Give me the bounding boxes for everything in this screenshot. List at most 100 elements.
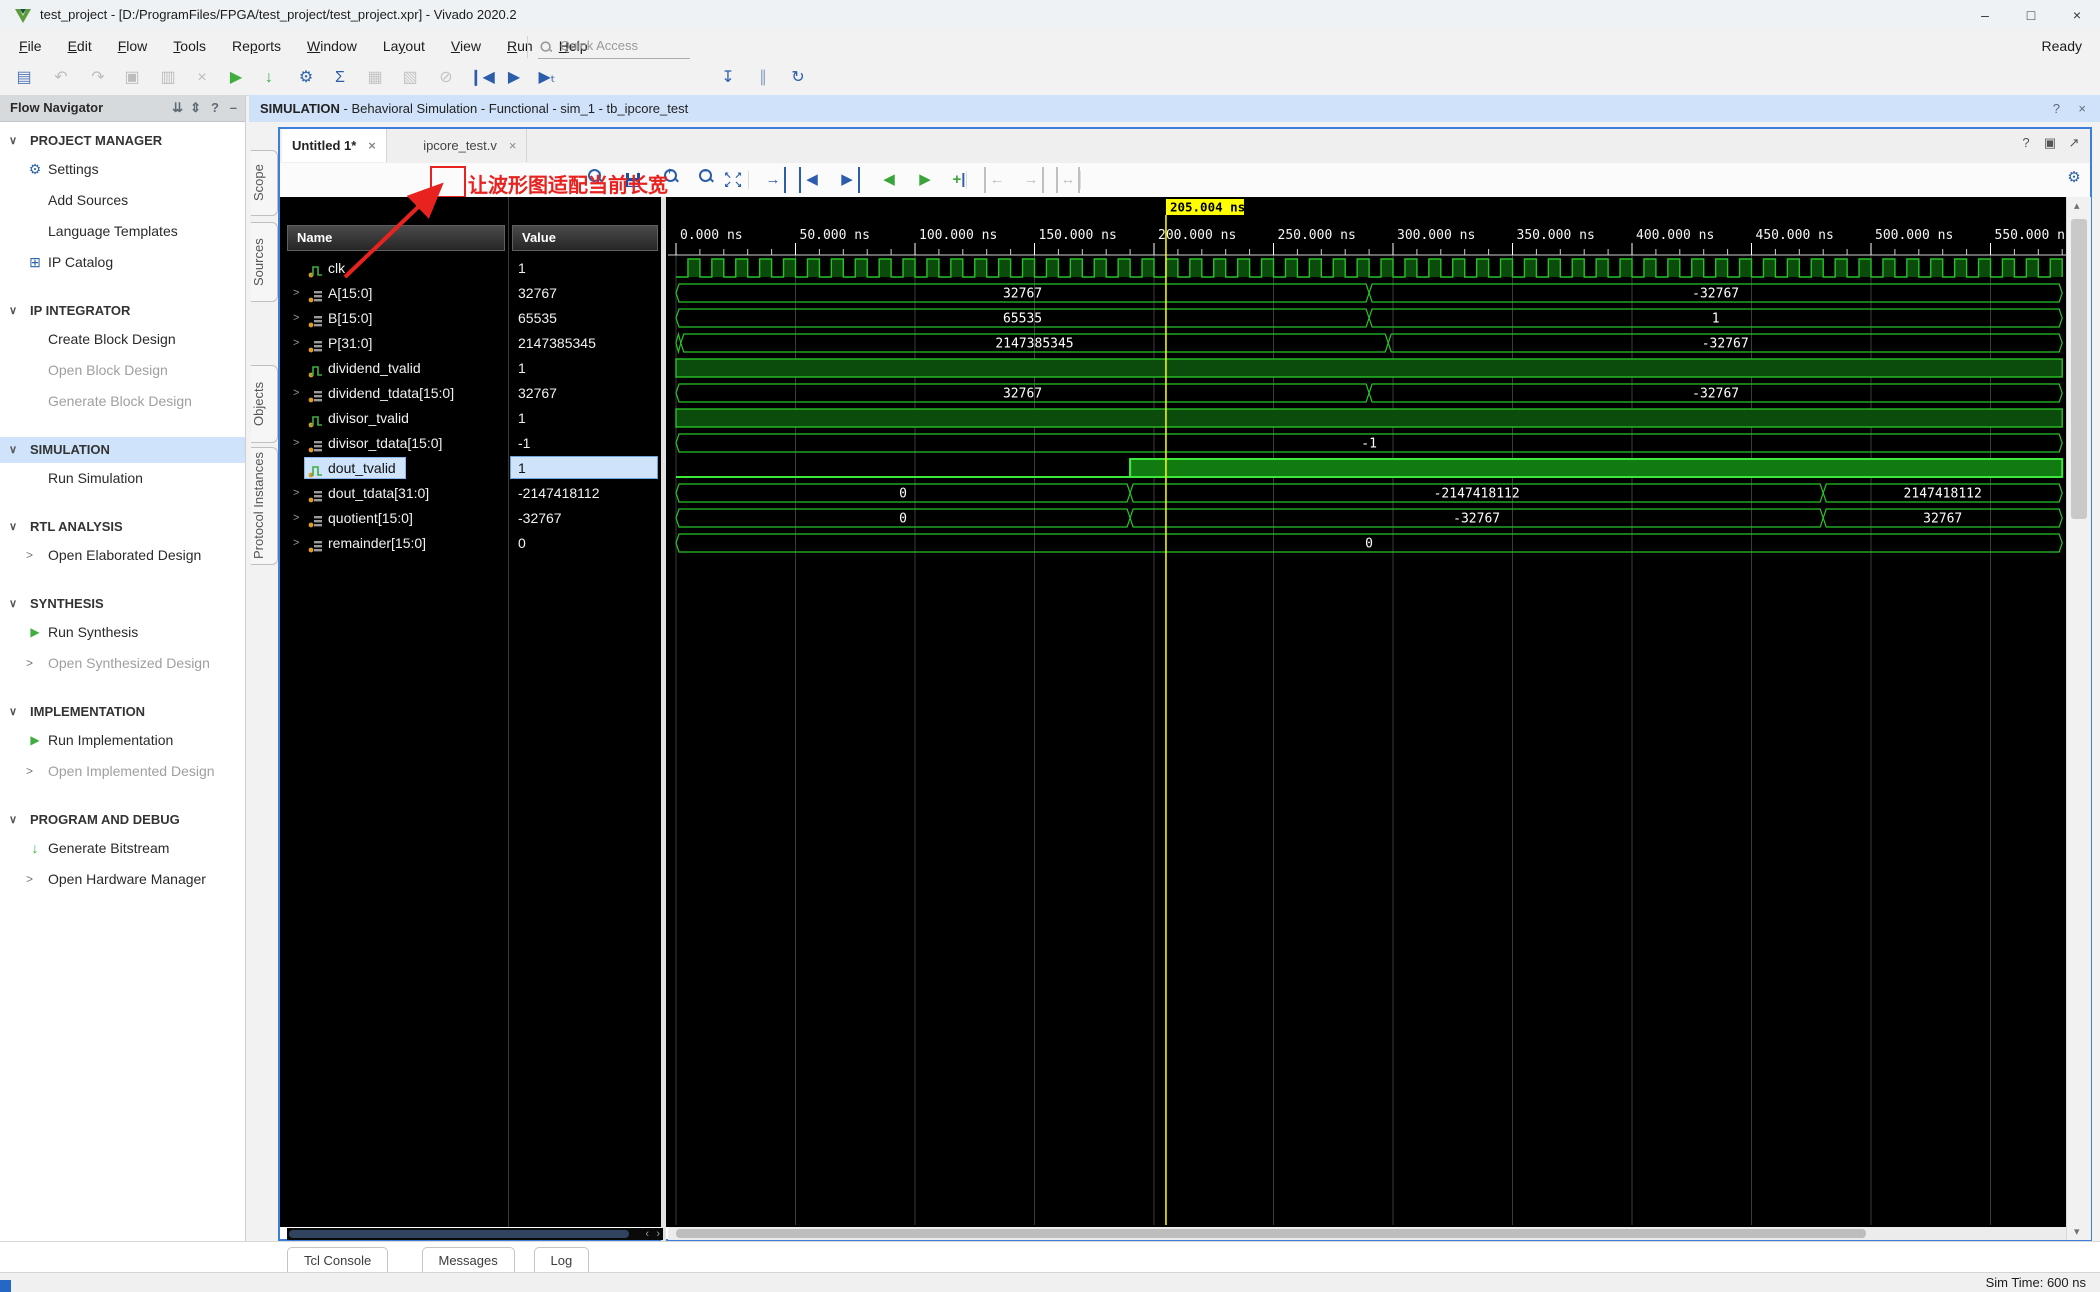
flow-section-rtl-analysis[interactable]: ∨ RTL ANALYSIS <box>0 514 245 540</box>
help-icon[interactable]: ? <box>2014 131 2038 155</box>
menu-view[interactable]: View <box>438 30 494 62</box>
elaborate-disabled-icon[interactable]: ▦ <box>361 65 389 91</box>
flow-item-open-synthesized-design[interactable]: > Open Synthesized Design <box>0 650 245 676</box>
search-icon[interactable] <box>580 167 610 193</box>
signal-row-dividend_tvalid[interactable]: dividend_tvalid 1 <box>280 356 663 380</box>
help-icon[interactable]: ? <box>2053 95 2060 122</box>
bottom-tab-log[interactable]: Log <box>533 1247 590 1273</box>
wave-settings-gear-icon[interactable]: ⚙ <box>2062 166 2086 190</box>
flow-item-run-implementation[interactable]: ▶ Run Implementation <box>0 727 245 753</box>
flow-item-open-elaborated-design[interactable]: > Open Elaborated Design <box>0 542 245 568</box>
scroll-left-icon[interactable]: ‹ <box>645 1228 649 1240</box>
zoom-fit-icon[interactable]: ↖ ↗ ↙ ↘ <box>718 167 748 193</box>
add-marker-icon[interactable]: +| <box>944 167 974 193</box>
name-column-header[interactable]: Name <box>287 225 505 251</box>
collapse-all-icon[interactable]: ⇊ <box>172 95 183 121</box>
signal-row-quotient-15-0-[interactable]: > quotient[15:0] -32767 <box>280 506 663 530</box>
scroll-up-icon[interactable]: ▴ <box>2074 199 2080 212</box>
value-column-header[interactable]: Value <box>512 225 658 251</box>
side-tab-protocol-instances[interactable]: Protocol Instances <box>251 447 278 565</box>
doc-tab-Untitled1[interactable]: Untitled 1* × <box>282 129 387 162</box>
flow-section-ip-integrator[interactable]: ∨ IP INTEGRATOR <box>0 298 245 324</box>
menu-file[interactable]: File <box>6 30 55 62</box>
expand-icon[interactable]: > <box>293 306 299 330</box>
expand-icon[interactable]: ⇕ <box>190 95 201 121</box>
wave-hscrollbar[interactable] <box>668 1227 2066 1240</box>
flow-item-add-sources[interactable]: Add Sources <box>0 187 245 213</box>
scroll-down-icon[interactable]: ▾ <box>2074 1225 2080 1238</box>
signal-row-B-15-0-[interactable]: > B[15:0] 65535 <box>280 306 663 330</box>
menu-edit[interactable]: Edit <box>55 30 105 62</box>
flow-item-ip-catalog[interactable]: ⊞ IP Catalog <box>0 249 245 275</box>
signal-row-dout_tdata-31-0-[interactable]: > dout_tdata[31:0] -2147418112 <box>280 481 663 505</box>
flow-item-run-simulation[interactable]: Run Simulation <box>0 465 245 491</box>
zoom-in-icon[interactable]: + <box>656 167 686 193</box>
waveform-canvas[interactable]: 0.000 ns 50.000 ns 100.000 ns 150.000 ns 200… <box>668 197 2066 1227</box>
close-tab-icon[interactable]: × <box>356 138 376 153</box>
expand-icon[interactable]: > <box>293 481 299 505</box>
zoom-out-icon[interactable]: − <box>691 167 721 193</box>
sim-run-for-icon[interactable]: ▶ₜ <box>533 65 561 91</box>
goto-time-end-icon[interactable]: ▶ <box>836 167 860 193</box>
expand-icon[interactable]: > <box>293 431 299 455</box>
close-panel-icon[interactable]: × <box>2078 95 2086 122</box>
doc-tab-ipcore_testv[interactable]: ipcore_test.v × <box>413 129 528 162</box>
minimize-panel-icon[interactable]: – <box>230 95 237 121</box>
zoom-to-cursor-icon[interactable]: → <box>762 167 786 193</box>
flow-item-settings[interactable]: ⚙ Settings <box>0 156 245 182</box>
maximize-button[interactable]: □ <box>2008 0 2054 30</box>
go-to-first-transition-icon[interactable]: → <box>1020 167 1044 193</box>
previous-transition-icon[interactable]: ◀ <box>874 167 904 193</box>
side-tab-objects[interactable]: Objects <box>251 365 278 443</box>
settings-gear-icon[interactable]: ⚙ <box>292 65 320 91</box>
undo-icon[interactable]: ↶ <box>47 65 75 91</box>
signal-row-A-15-0-[interactable]: > A[15:0] 32767 <box>280 281 663 305</box>
menu-tools[interactable]: Tools <box>160 30 219 62</box>
sim-relaunch-icon[interactable]: ↻ <box>784 65 812 91</box>
scrollbar-thumb[interactable] <box>2071 219 2087 519</box>
flow-item-open-block-design[interactable]: Open Block Design <box>0 357 245 383</box>
close-button[interactable]: × <box>2054 0 2100 30</box>
bottom-tab-tcl-console[interactable]: Tcl Console <box>287 1247 389 1273</box>
flow-item-generate-bitstream[interactable]: ↓ Generate Bitstream <box>0 835 245 861</box>
copy-icon[interactable]: ▣ <box>118 65 146 91</box>
signal-row-remainder-15-0-[interactable]: > remainder[15:0] 0 <box>280 531 663 555</box>
menu-layout[interactable]: Layout <box>370 30 438 62</box>
flow-item-generate-block-design[interactable]: Generate Block Design <box>0 388 245 414</box>
flow-item-create-block-design[interactable]: Create Block Design <box>0 326 245 352</box>
expand-icon[interactable]: > <box>293 506 299 530</box>
sim-pause-icon[interactable]: ∥ <box>749 65 777 91</box>
maximize-panel-icon[interactable]: ↗ <box>2062 131 2086 155</box>
expand-icon[interactable]: > <box>293 281 299 305</box>
scrollbar-thumb[interactable] <box>676 1229 1866 1238</box>
menu-reports[interactable]: Reports <box>219 30 294 62</box>
float-window-icon[interactable]: ▣ <box>2038 131 2062 155</box>
expand-icon[interactable]: > <box>293 381 299 405</box>
flow-item-open-implemented-design[interactable]: > Open Implemented Design <box>0 758 245 784</box>
next-transition-icon[interactable]: ▶ <box>910 167 940 193</box>
open-project-icon[interactable]: ▤ <box>10 65 38 91</box>
expand-icon[interactable]: > <box>293 331 299 355</box>
help-icon[interactable]: ? <box>211 95 219 121</box>
bottom-tab-messages[interactable]: Messages <box>421 1247 515 1273</box>
scrollbar-thumb[interactable] <box>289 1230 629 1238</box>
swap-cursor-icon[interactable]: ↔ <box>1056 167 1080 193</box>
signal-row-clk[interactable]: clk 1 <box>280 256 663 280</box>
flow-item-open-hardware-manager[interactable]: > Open Hardware Manager <box>0 866 245 892</box>
redo-icon[interactable]: ↷ <box>84 65 112 91</box>
sim-restart-icon[interactable]: ❙◀ <box>468 65 496 91</box>
side-tab-sources[interactable]: Sources <box>251 222 278 302</box>
menu-flow[interactable]: Flow <box>105 30 161 62</box>
save-waveform-icon[interactable] <box>618 167 648 193</box>
signal-row-P-31-0-[interactable]: > P[31:0] 2147385345 <box>280 331 663 355</box>
signal-row-divisor_tdata-15-0-[interactable]: > divisor_tdata[15:0] -1 <box>280 431 663 455</box>
close-tab-icon[interactable]: × <box>497 138 517 153</box>
implement-disabled-icon[interactable]: ⊘ <box>432 65 460 91</box>
synthesize-disabled-icon[interactable]: ▧ <box>396 65 424 91</box>
run-flow-icon[interactable]: ▶ <box>222 65 250 91</box>
flow-section-program-and-debug[interactable]: ∨ PROGRAM AND DEBUG <box>0 807 245 833</box>
flow-section-project-manager[interactable]: ∨ PROJECT MANAGER <box>0 128 245 154</box>
scroll-right-icon[interactable]: › <box>656 1228 660 1240</box>
sim-run-all-icon[interactable]: ▶ <box>500 65 528 91</box>
name-panel-hscrollbar[interactable]: ‹ › <box>287 1228 663 1240</box>
